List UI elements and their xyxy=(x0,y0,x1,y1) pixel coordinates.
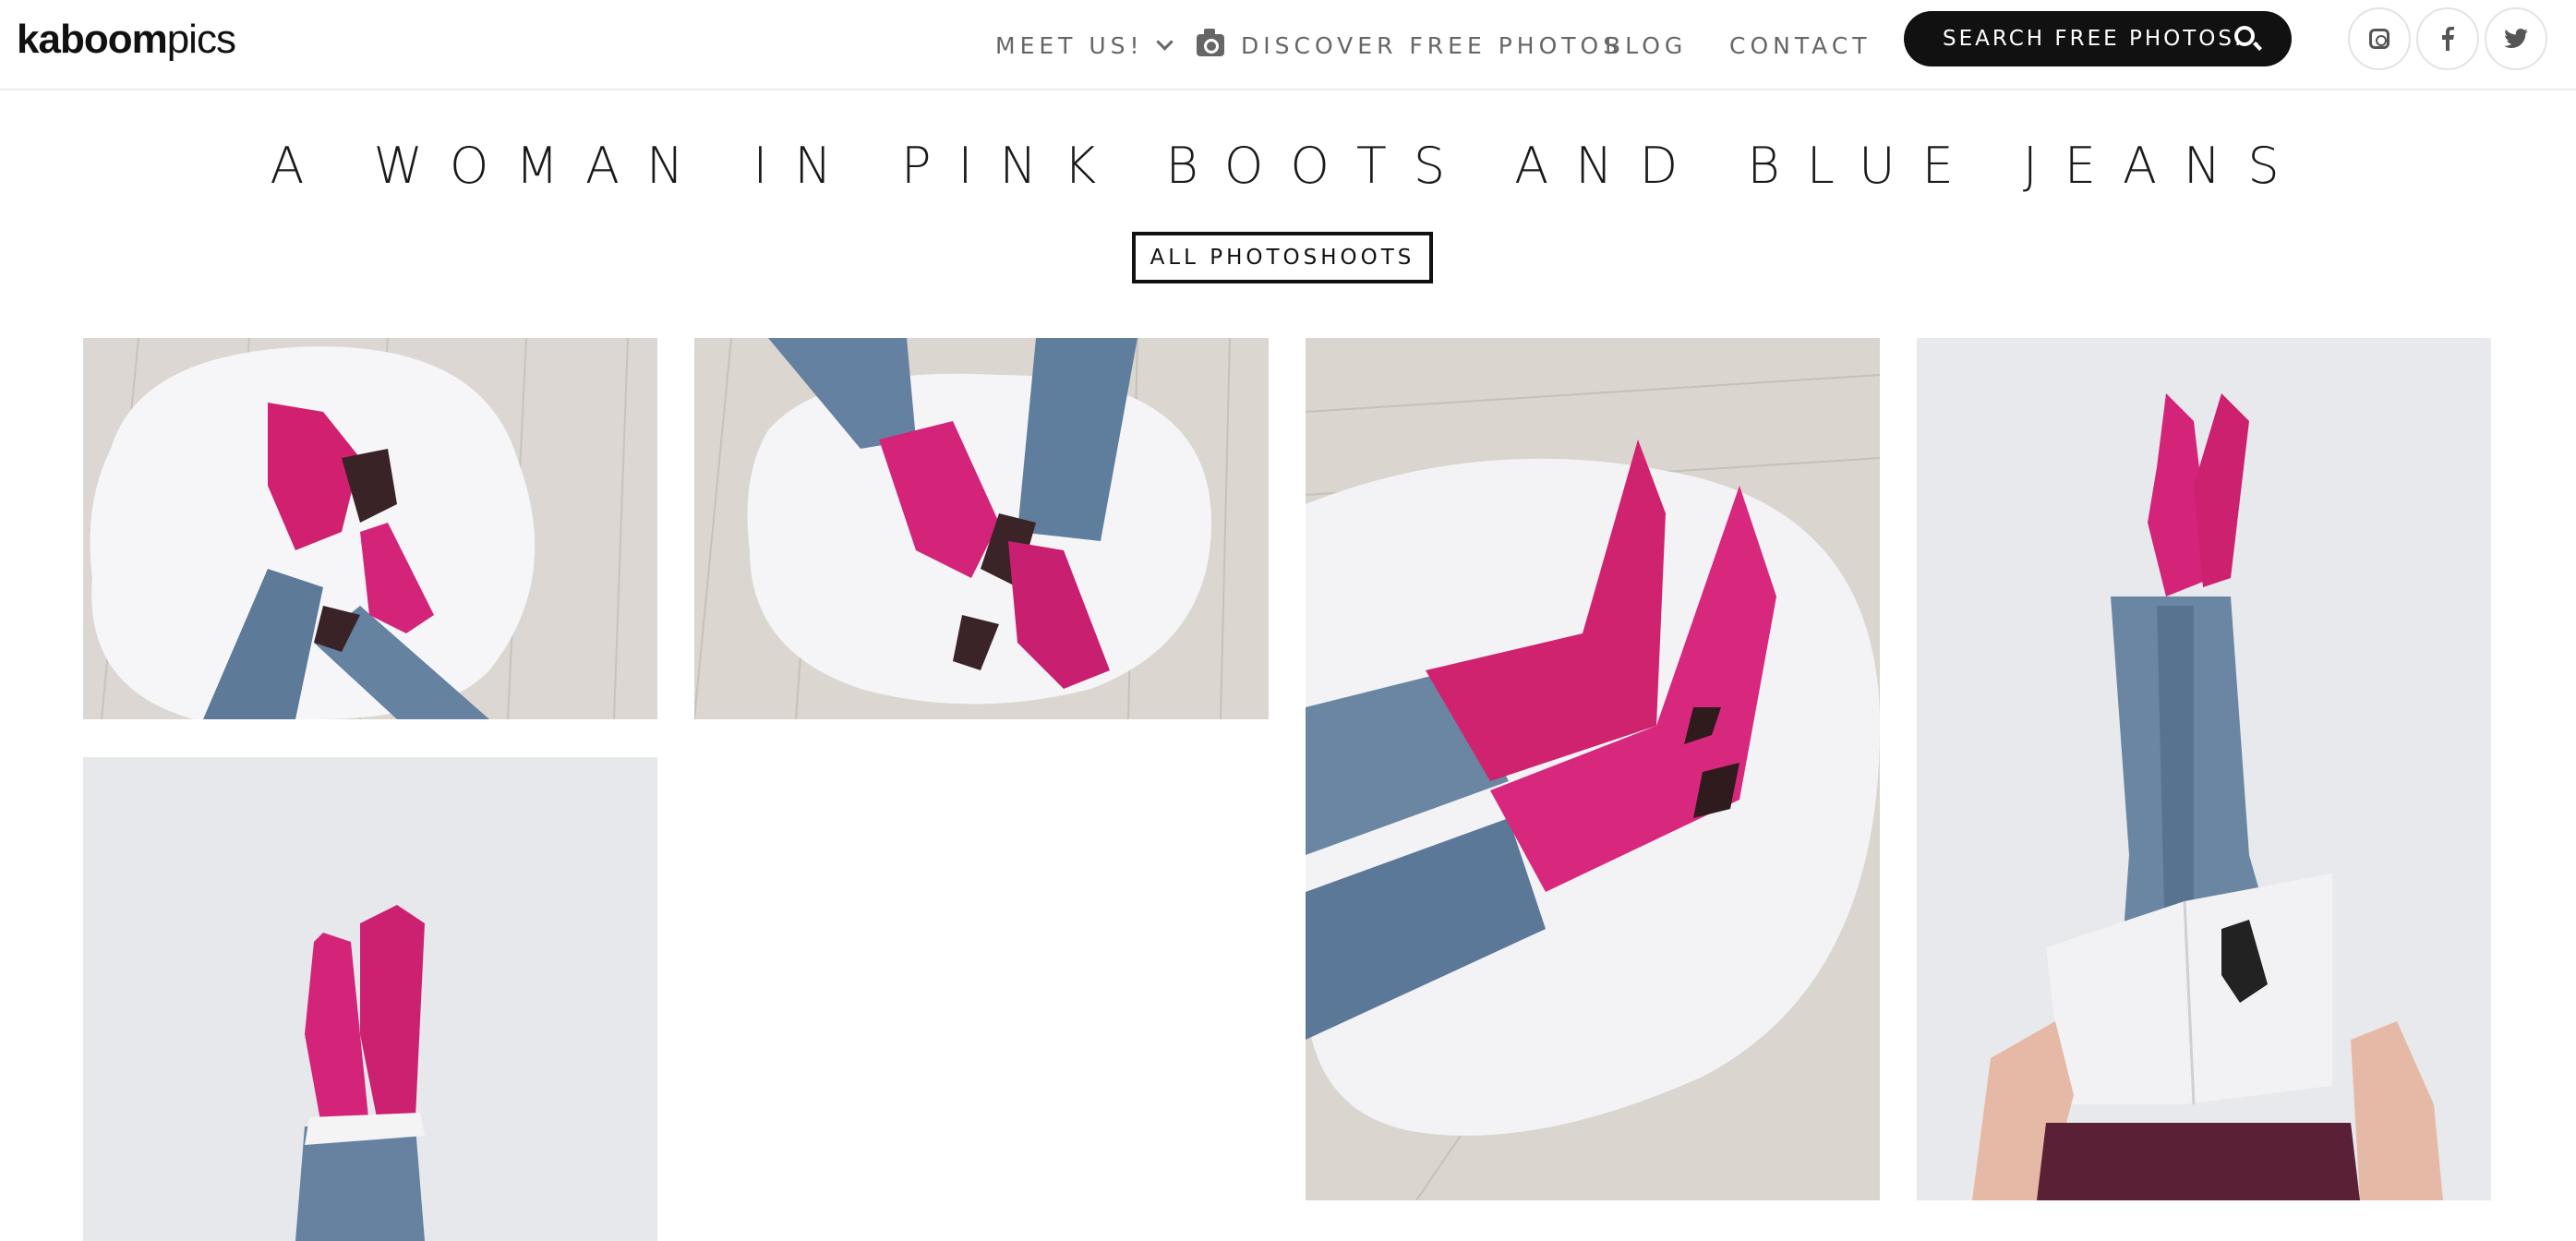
instagram-icon xyxy=(2369,29,2389,49)
search-placeholder: SEARCH FREE PHOTOS... xyxy=(1943,27,2263,51)
nav-blog[interactable]: BLOG xyxy=(1605,0,1687,90)
nav-meet-us-label: MEET US! xyxy=(995,31,1174,59)
nav-meet-us-text: MEET US! xyxy=(995,31,1144,59)
page-title: A WOMAN IN PINK BOOTS AND BLUE JEANS xyxy=(270,137,2306,195)
nav-discover-label: DISCOVER FREE PHOTOS xyxy=(1197,29,1623,59)
kaboompics-logo[interactable]: kaboompics xyxy=(17,17,236,63)
nav-meet-us[interactable]: MEET US! xyxy=(995,0,1174,90)
photo-boots-on-rug-2[interactable] xyxy=(694,338,1269,719)
photo-3-image xyxy=(1306,338,1880,1200)
nav-discover-free-photos[interactable]: DISCOVER FREE PHOTOS xyxy=(1197,0,1622,90)
search-input[interactable]: SEARCH FREE PHOTOS... xyxy=(1904,11,2292,66)
nav-contact-text: CONTACT xyxy=(1729,31,1872,59)
nav-contact[interactable]: CONTACT xyxy=(1729,0,1872,90)
photo-5-image xyxy=(83,757,657,1241)
photo-legs-up-magazine[interactable] xyxy=(1917,338,2491,1200)
photo-1-image xyxy=(83,338,657,719)
photo-boots-against-wall[interactable] xyxy=(83,757,657,1241)
chevron-down-icon xyxy=(1155,32,1174,51)
facebook-icon xyxy=(2442,27,2454,51)
site-header: kaboompics MEET US! DISCOVER FREE PHOTOS… xyxy=(0,0,2576,90)
nav-discover-text: DISCOVER FREE PHOTOS xyxy=(1241,31,1623,59)
photo-boots-on-rug-1[interactable] xyxy=(83,338,657,719)
instagram-button[interactable] xyxy=(2348,7,2411,70)
search-icon[interactable] xyxy=(2234,26,2255,46)
photo-boots-closeup[interactable] xyxy=(1306,338,1880,1200)
logo-bold-text: kaboom xyxy=(17,17,168,62)
logo-light-text: pics xyxy=(166,17,236,62)
camera-icon xyxy=(1197,29,1224,56)
nav-blog-text: BLOG xyxy=(1605,31,1688,59)
photo-2-image xyxy=(694,338,1269,719)
twitter-icon xyxy=(2504,29,2528,48)
photo-4-image xyxy=(1917,338,2491,1200)
all-photoshoots-button[interactable]: ALL PHOTOSHOOTS xyxy=(1132,232,1433,283)
facebook-button[interactable] xyxy=(2416,7,2479,70)
twitter-button[interactable] xyxy=(2485,7,2547,70)
